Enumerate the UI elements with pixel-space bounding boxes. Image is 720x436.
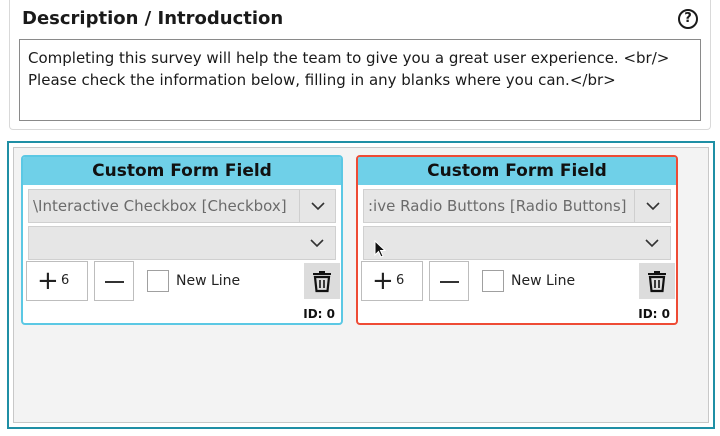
field-type-dropdown[interactable]: :ive Radio Buttons [Radio Buttons]	[363, 189, 671, 223]
decrement-button[interactable]	[429, 261, 469, 301]
chevron-down-icon[interactable]	[634, 190, 670, 222]
increment-button[interactable]: + 6	[26, 261, 88, 301]
chevron-down-icon[interactable]	[634, 227, 670, 259]
field-id: ID: 0	[303, 307, 335, 321]
field-secondary-value	[29, 227, 299, 259]
question-circle-icon[interactable]: ?	[678, 9, 698, 29]
plus-icon: +	[37, 266, 59, 296]
description-text-line-1: Completing this survey will help the tea…	[28, 49, 670, 67]
custom-form-field-card-1[interactable]: Custom Form Field \Interactive Checkbox …	[21, 155, 343, 325]
field-type-value: \Interactive Checkbox [Checkbox]	[33, 197, 287, 215]
description-title: Description / Introduction	[22, 8, 284, 29]
field-count: 6	[396, 273, 405, 288]
decrement-button[interactable]	[94, 261, 134, 301]
description-panel: Description / Introduction ? Completing …	[9, 0, 711, 130]
trash-icon	[648, 271, 666, 293]
trash-icon	[313, 271, 331, 293]
field-type-dropdown[interactable]: \Interactive Checkbox [Checkbox]	[28, 189, 336, 223]
new-line-checkbox[interactable]	[147, 270, 169, 292]
new-line-checkbox[interactable]	[482, 270, 504, 292]
increment-button[interactable]: + 6	[361, 261, 423, 301]
new-line-label: New Line	[511, 273, 576, 289]
card-header: Custom Form Field	[23, 157, 341, 185]
new-line-label: New Line	[176, 273, 241, 289]
delete-button[interactable]	[304, 263, 340, 299]
description-textarea[interactable]: Completing this survey will help the tea…	[19, 39, 701, 121]
chevron-down-icon[interactable]	[299, 190, 335, 222]
field-secondary-dropdown[interactable]	[363, 226, 671, 260]
plus-icon: +	[372, 266, 394, 296]
field-count: 6	[61, 273, 70, 288]
description-text-line-2: Please check the information below, fill…	[28, 71, 616, 89]
form-fields-container: Custom Form Field \Interactive Checkbox …	[7, 141, 715, 429]
field-type-value: :ive Radio Buttons [Radio Buttons]	[368, 197, 627, 215]
card-header: Custom Form Field	[358, 157, 676, 185]
field-secondary-value	[364, 227, 634, 259]
mouse-pointer-icon	[374, 240, 386, 258]
chevron-down-icon[interactable]	[299, 227, 335, 259]
minus-icon	[440, 281, 459, 283]
field-id: ID: 0	[638, 307, 670, 321]
field-secondary-dropdown[interactable]	[28, 226, 336, 260]
minus-icon	[105, 281, 124, 283]
delete-button[interactable]	[639, 263, 675, 299]
custom-form-field-card-2[interactable]: Custom Form Field :ive Radio Buttons [Ra…	[356, 155, 678, 325]
form-fields-area: Custom Form Field \Interactive Checkbox …	[13, 147, 709, 423]
